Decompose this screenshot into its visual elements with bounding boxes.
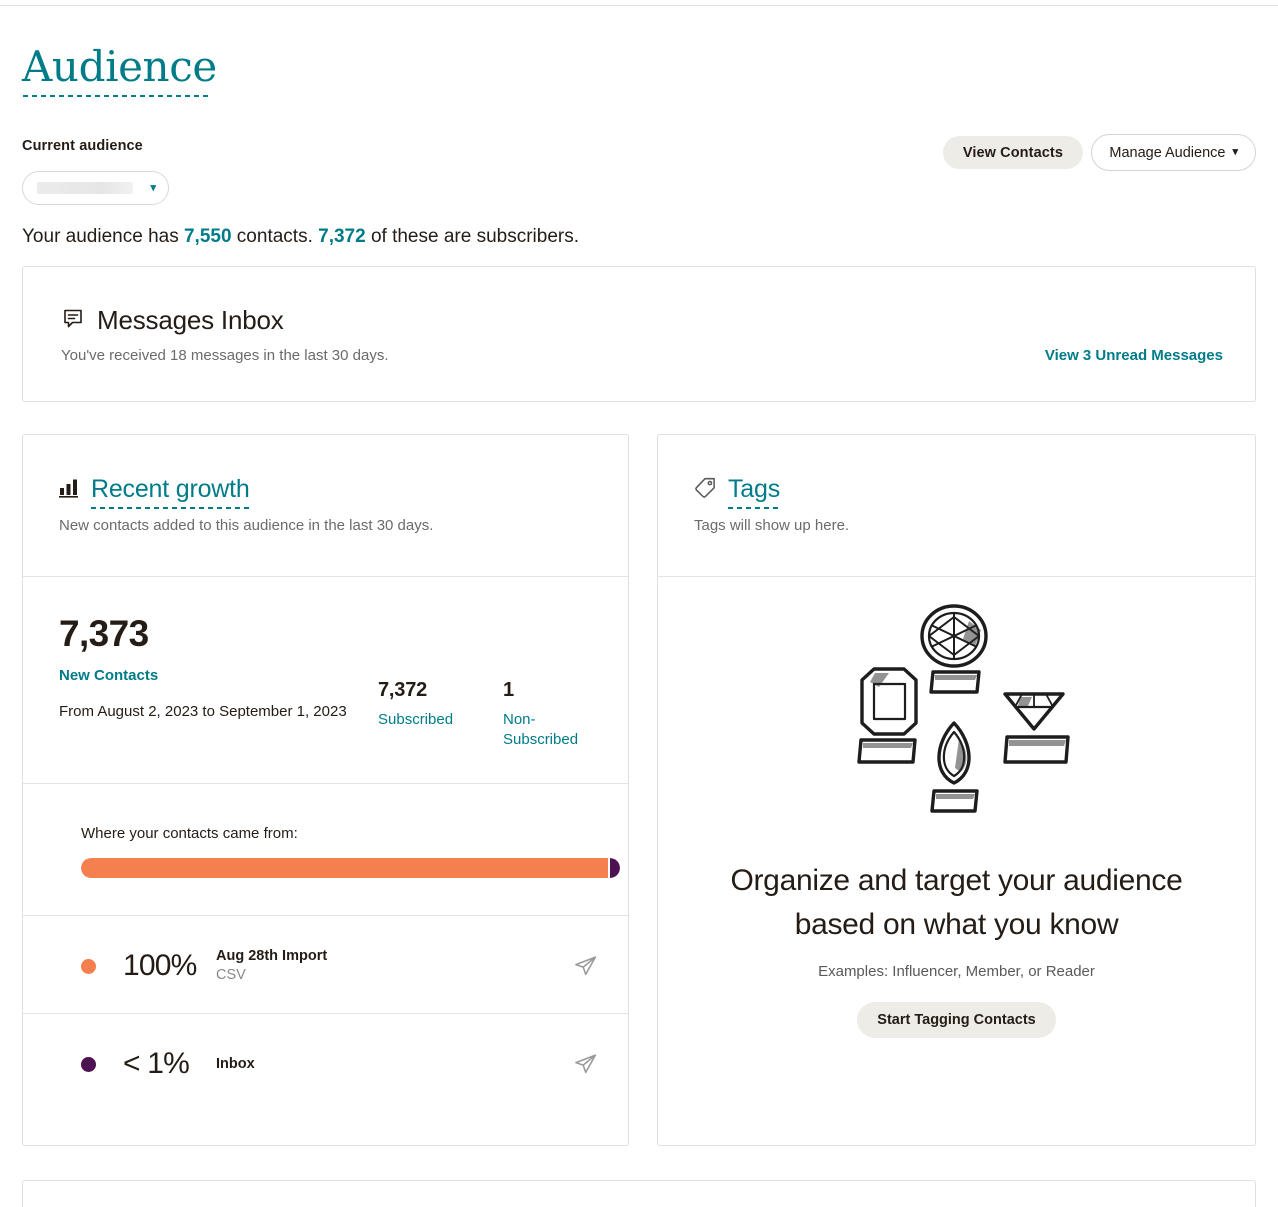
contacts-count: 7,550 [183, 226, 232, 247]
sources-stacked-bar [81, 858, 620, 878]
view-unread-messages-link[interactable]: View 3 Unread Messages [1045, 347, 1223, 364]
recent-growth-title-text: Recent growth [91, 475, 250, 503]
top-divider [0, 5, 1278, 6]
audience-name-redacted [37, 182, 133, 194]
current-audience-label: Current audience [22, 138, 143, 154]
non-subscribed-value: 1 [503, 679, 514, 701]
tags-header: Tags [694, 475, 781, 509]
messages-inbox-subtitle: You've received 18 messages in the last … [61, 347, 389, 364]
bar-segment-inbox [610, 858, 620, 878]
source-percent: < 1% [123, 1047, 190, 1080]
audience-page: Audience Current audience ▾ View Contact… [0, 0, 1278, 1207]
sources-label: Where your contacts came from: [81, 825, 298, 842]
bar-chart-icon [59, 477, 80, 503]
chevron-down-icon: ▾ [1232, 146, 1238, 158]
recent-growth-title[interactable]: Recent growth [91, 475, 250, 509]
tags-card: Tags Tags will show up here. Organize an… [657, 434, 1256, 1146]
new-contacts-link[interactable]: New Contacts [59, 667, 158, 684]
title-dashed-underline [728, 507, 781, 509]
source-color-dot [81, 958, 96, 974]
audience-select[interactable]: ▾ [22, 171, 169, 205]
recent-growth-card: Recent growth New contacts added to this… [22, 434, 629, 1146]
tags-title[interactable]: Tags [728, 475, 781, 509]
new-contacts-total: 7,373 [59, 613, 149, 654]
summary-middle: contacts. [231, 226, 319, 247]
bottom-card-partial [22, 1180, 1256, 1207]
bar-segment-import [81, 858, 608, 878]
summary-suffix: of these are subscribers. [365, 226, 580, 247]
chevron-down-icon: ▾ [150, 181, 156, 194]
non-subscribed-label: Non-Subscribed [503, 711, 579, 748]
tags-title-text: Tags [728, 475, 781, 503]
audience-summary: Your audience has 7,550 contacts. 7,372 … [22, 224, 579, 250]
manage-audience-label: Manage Audience [1109, 144, 1226, 161]
source-color-dot [81, 1056, 96, 1072]
date-range: From August 2, 2023 to September 1, 2023 [59, 703, 347, 720]
divider [23, 576, 628, 577]
summary-prefix: Your audience has [22, 226, 184, 247]
messages-inbox-title: Messages Inbox [97, 305, 284, 335]
messages-inbox-card: Messages Inbox You've received 18 messag… [22, 266, 1256, 402]
view-contacts-button[interactable]: View Contacts [942, 136, 1083, 169]
source-name: Aug 28th Import [216, 948, 328, 964]
subscribed-stat: 7,372 Subscribed [378, 679, 483, 730]
tags-empty-state: Organize and target your audience based … [658, 595, 1255, 1038]
subscribed-value: 7,372 [378, 679, 428, 701]
gemstones-illustration [856, 604, 1070, 813]
message-bubble-icon [61, 306, 85, 335]
title-dashed-underline [91, 507, 250, 509]
divider [23, 783, 628, 784]
divider [658, 576, 1255, 577]
subscribed-label: Subscribed [378, 711, 454, 728]
manage-audience-button[interactable]: Manage Audience ▾ [1091, 134, 1256, 171]
source-name: Inbox [216, 1055, 255, 1072]
divider [23, 1013, 628, 1014]
divider [23, 915, 628, 916]
tags-subtitle: Tags will show up here. [694, 517, 850, 534]
source-percent: 100% [123, 949, 197, 982]
source-row-inbox: < 1% Inbox [23, 1015, 628, 1113]
tags-empty-title: Organize and target your audience based … [730, 864, 1183, 941]
recent-growth-subtitle: New contacts added to this audience in t… [59, 517, 434, 534]
source-info: Aug 28th Import CSV [216, 947, 327, 985]
subscribers-count: 7,372 [318, 226, 366, 247]
recent-growth-header: Recent growth [59, 475, 250, 509]
start-tagging-contacts-button[interactable]: Start Tagging Contacts [857, 1002, 1056, 1038]
non-subscribed-stat: 1 Non-Subscribed [503, 679, 598, 750]
send-icon[interactable] [573, 954, 598, 979]
source-type: CSV [216, 967, 246, 983]
page-title: Audience [22, 42, 217, 91]
tags-empty-examples: Examples: Influencer, Member, or Reader [818, 963, 1095, 980]
page-title-underline [23, 95, 208, 97]
tag-icon [694, 476, 717, 504]
send-icon[interactable] [573, 1052, 598, 1077]
messages-inbox-header: Messages Inbox [61, 305, 284, 336]
source-row-import: 100% Aug 28th Import CSV [23, 917, 628, 1015]
source-info: Inbox [216, 1055, 255, 1074]
